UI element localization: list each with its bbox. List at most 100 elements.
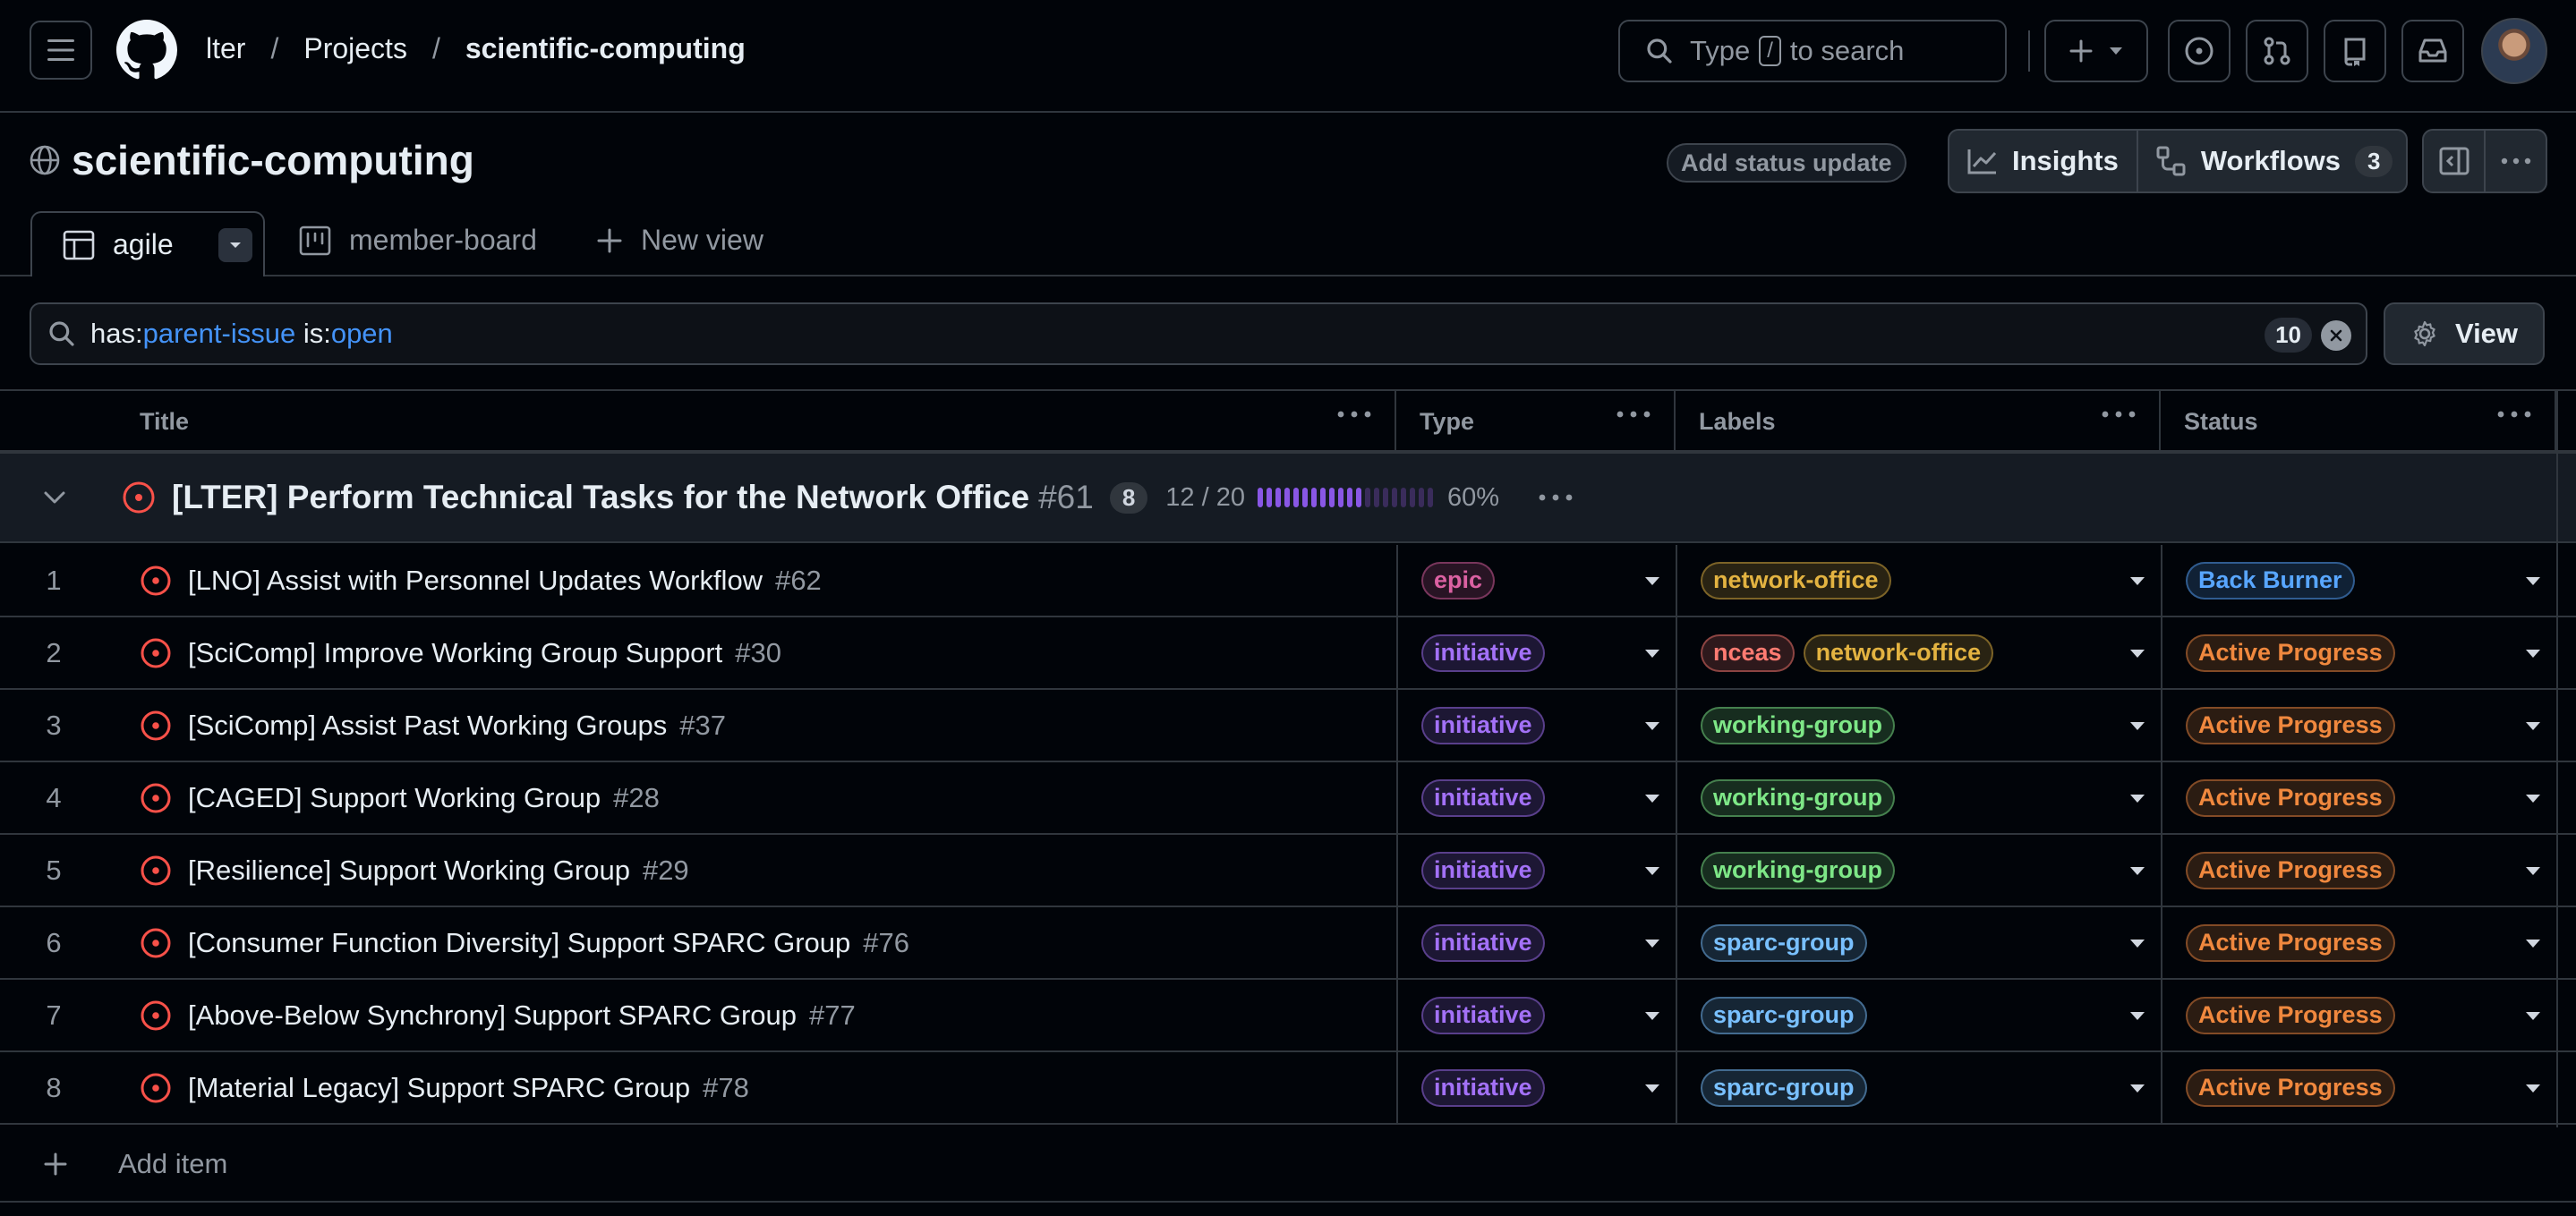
triangle-down-icon[interactable]	[1645, 940, 1659, 948]
triangle-down-icon[interactable]	[2526, 650, 2540, 658]
type-badge[interactable]: initiative	[1421, 778, 1545, 817]
triangle-down-icon[interactable]	[2130, 650, 2145, 658]
type-cell[interactable]: initiative	[1396, 1052, 1676, 1123]
project-menu-button[interactable]	[2484, 131, 2546, 191]
triangle-down-icon[interactable]	[2526, 577, 2540, 585]
issue-title[interactable]: [SciComp] Assist Past Working Groups #37	[188, 690, 726, 761]
status-badge[interactable]: Active Progress	[2186, 851, 2395, 889]
status-cell[interactable]: Active Progress	[2161, 907, 2556, 978]
triangle-down-icon[interactable]	[2526, 940, 2540, 948]
labels-cell[interactable]: network-office	[1676, 545, 2161, 616]
issue-title[interactable]: [CAGED] Support Working Group #28	[188, 762, 660, 833]
label-badge[interactable]: working-group	[1701, 706, 1895, 744]
inbox-button[interactable]	[2401, 20, 2464, 82]
status-cell[interactable]: Active Progress	[2161, 762, 2556, 833]
column-header-type[interactable]: Type	[1396, 391, 1676, 452]
labels-cell[interactable]: nceas network-office	[1676, 617, 2161, 688]
kebab-horizontal-icon[interactable]	[1337, 411, 1371, 418]
status-cell[interactable]: Active Progress	[2161, 617, 2556, 688]
type-cell[interactable]: initiative	[1396, 617, 1676, 688]
add-status-update-button[interactable]: Add status update	[1667, 143, 1906, 183]
filter-input[interactable]: has:parent-issue is:open 10	[30, 302, 2367, 365]
status-badge[interactable]: Active Progress	[2186, 996, 2395, 1034]
group-title[interactable]: [LTER] Perform Technical Tasks for the N…	[172, 479, 1029, 516]
type-cell[interactable]: initiative	[1396, 690, 1676, 761]
triangle-down-icon[interactable]	[2526, 722, 2540, 730]
type-badge[interactable]: epic	[1421, 561, 1496, 599]
triangle-down-icon[interactable]	[2130, 722, 2145, 730]
status-badge[interactable]: Active Progress	[2186, 778, 2395, 817]
table-row[interactable]: 8 [Material Legacy] Support SPARC Group #7…	[0, 1052, 2576, 1125]
type-badge[interactable]: initiative	[1421, 923, 1545, 962]
menu-button[interactable]	[30, 21, 92, 80]
issue-title-text[interactable]: [Consumer Function Diversity] Support SP…	[188, 927, 850, 958]
triangle-down-icon[interactable]	[1645, 1012, 1659, 1020]
status-badge[interactable]: Active Progress	[2186, 634, 2395, 672]
table-row[interactable]: 3 [SciComp] Assist Past Working Groups #37…	[0, 690, 2576, 762]
kebab-horizontal-icon[interactable]	[1616, 411, 1651, 418]
status-cell[interactable]: Back Burner	[2161, 545, 2556, 616]
breadcrumb-project[interactable]: scientific-computing	[465, 32, 746, 65]
column-header-labels[interactable]: Labels	[1676, 391, 2161, 452]
issue-title-text[interactable]: [SciComp] Assist Past Working Groups	[188, 710, 667, 741]
label-badge[interactable]: sparc-group	[1701, 1068, 1867, 1107]
add-item-button[interactable]: Add item	[0, 1127, 2576, 1203]
triangle-down-icon[interactable]	[2130, 940, 2145, 948]
kebab-horizontal-icon[interactable]	[2497, 411, 2531, 418]
triangle-down-icon[interactable]	[1645, 1084, 1659, 1093]
status-cell[interactable]: Active Progress	[2161, 1052, 2556, 1123]
type-cell[interactable]: initiative	[1396, 980, 1676, 1050]
status-cell[interactable]: Active Progress	[2161, 690, 2556, 761]
label-badge[interactable]: sparc-group	[1701, 923, 1867, 962]
search-input[interactable]: Type / to search	[1618, 20, 2007, 82]
triangle-down-icon[interactable]	[2526, 795, 2540, 803]
github-logo-icon[interactable]	[116, 20, 177, 81]
issue-title[interactable]: [LNO] Assist with Personnel Updates Work…	[188, 545, 822, 616]
issue-title-text[interactable]: [LNO] Assist with Personnel Updates Work…	[188, 565, 763, 596]
kebab-horizontal-icon[interactable]	[2102, 411, 2136, 418]
tab-member-board[interactable]: member-board	[299, 224, 537, 257]
triangle-down-icon[interactable]	[2526, 1084, 2540, 1093]
status-badge[interactable]: Active Progress	[2186, 1068, 2395, 1107]
labels-cell[interactable]: sparc-group	[1676, 907, 2161, 978]
table-row[interactable]: 6 [Consumer Function Diversity] Support S…	[0, 907, 2576, 980]
issue-title-text[interactable]: [Above-Below Synchrony] Support SPARC Gr…	[188, 999, 797, 1031]
triangle-down-icon[interactable]	[2130, 1012, 2145, 1020]
type-badge[interactable]: initiative	[1421, 1068, 1545, 1107]
status-cell[interactable]: Active Progress	[2161, 980, 2556, 1050]
issue-title[interactable]: [Above-Below Synchrony] Support SPARC Gr…	[188, 980, 856, 1050]
table-row[interactable]: 4 [CAGED] Support Working Group #28 initiat…	[0, 762, 2576, 835]
triangle-down-icon[interactable]	[2130, 1084, 2145, 1093]
group-header-row[interactable]: [LTER] Perform Technical Tasks for the N…	[0, 454, 2576, 543]
label-badge[interactable]: network-office	[1803, 634, 1994, 672]
repositories-button[interactable]	[2324, 20, 2386, 82]
issue-title-text[interactable]: [SciComp] Improve Working Group Support	[188, 637, 722, 668]
clear-filter-button[interactable]	[2321, 320, 2351, 351]
workflows-button[interactable]: Workflows 3	[2136, 131, 2411, 191]
triangle-down-icon[interactable]	[1645, 867, 1659, 875]
issue-title[interactable]: [Material Legacy] Support SPARC Group #78	[188, 1052, 749, 1123]
label-badge[interactable]: working-group	[1701, 851, 1895, 889]
labels-cell[interactable]: sparc-group	[1676, 1052, 2161, 1123]
kebab-horizontal-icon[interactable]	[1539, 494, 1573, 501]
issue-title-text[interactable]: [Material Legacy] Support SPARC Group	[188, 1072, 690, 1103]
type-badge[interactable]: initiative	[1421, 706, 1545, 744]
column-header-title[interactable]: Title	[116, 391, 1396, 452]
table-row[interactable]: 7 [Above-Below Synchrony] Support SPARC G…	[0, 980, 2576, 1052]
table-row[interactable]: 5 [Resilience] Support Working Group #29 in…	[0, 835, 2576, 907]
breadcrumb-projects[interactable]: Projects	[303, 32, 407, 65]
issue-title-text[interactable]: [Resilience] Support Working Group	[188, 855, 630, 886]
table-row[interactable]: 2 [SciComp] Improve Working Group Support…	[0, 617, 2576, 690]
tab-agile[interactable]: agile	[30, 211, 265, 276]
view-options-button[interactable]: View	[2384, 302, 2545, 365]
triangle-down-icon[interactable]	[1645, 577, 1659, 585]
triangle-down-icon[interactable]	[1645, 650, 1659, 658]
triangle-down-icon[interactable]	[2130, 577, 2145, 585]
issue-title-text[interactable]: [CAGED] Support Working Group	[188, 782, 601, 813]
create-new-button[interactable]	[2044, 20, 2148, 82]
user-avatar[interactable]	[2481, 18, 2547, 84]
labels-cell[interactable]: working-group	[1676, 762, 2161, 833]
triangle-down-icon[interactable]	[2526, 867, 2540, 875]
label-badge[interactable]: sparc-group	[1701, 996, 1867, 1034]
status-cell[interactable]: Active Progress	[2161, 835, 2556, 906]
